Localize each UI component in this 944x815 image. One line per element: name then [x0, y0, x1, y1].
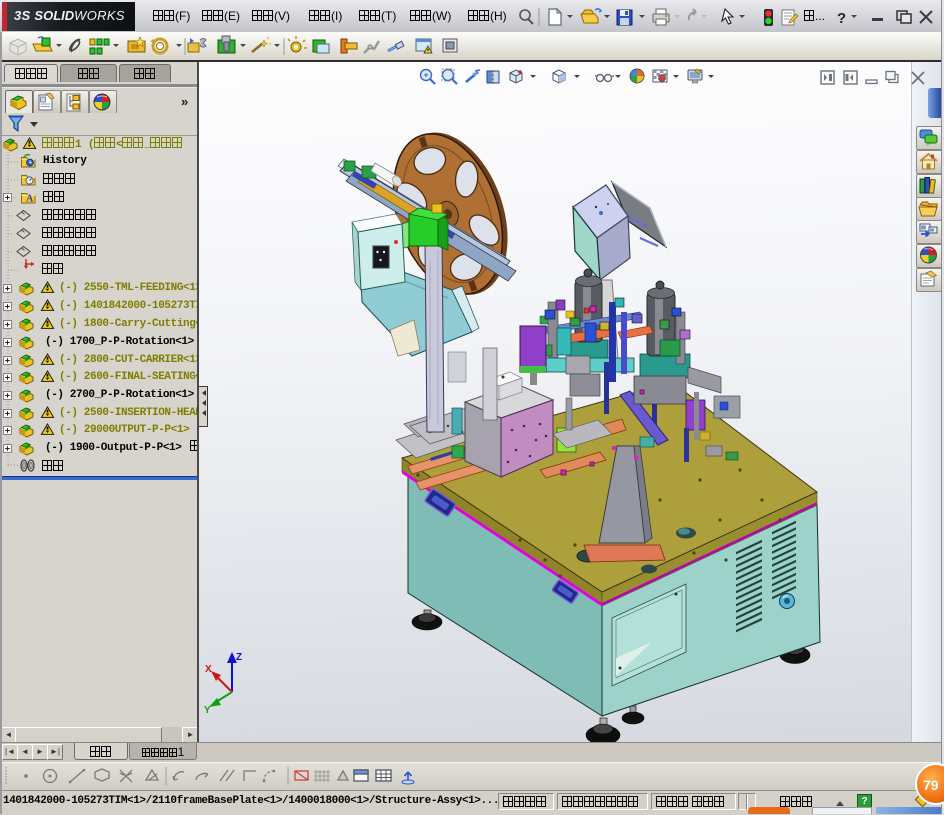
svg-text:Z: Z [236, 652, 242, 663]
svg-text:X: X [205, 664, 212, 675]
svg-text:A: A [26, 194, 34, 205]
svg-text:Y: Y [204, 705, 211, 716]
svg-text:?: ? [837, 10, 846, 27]
